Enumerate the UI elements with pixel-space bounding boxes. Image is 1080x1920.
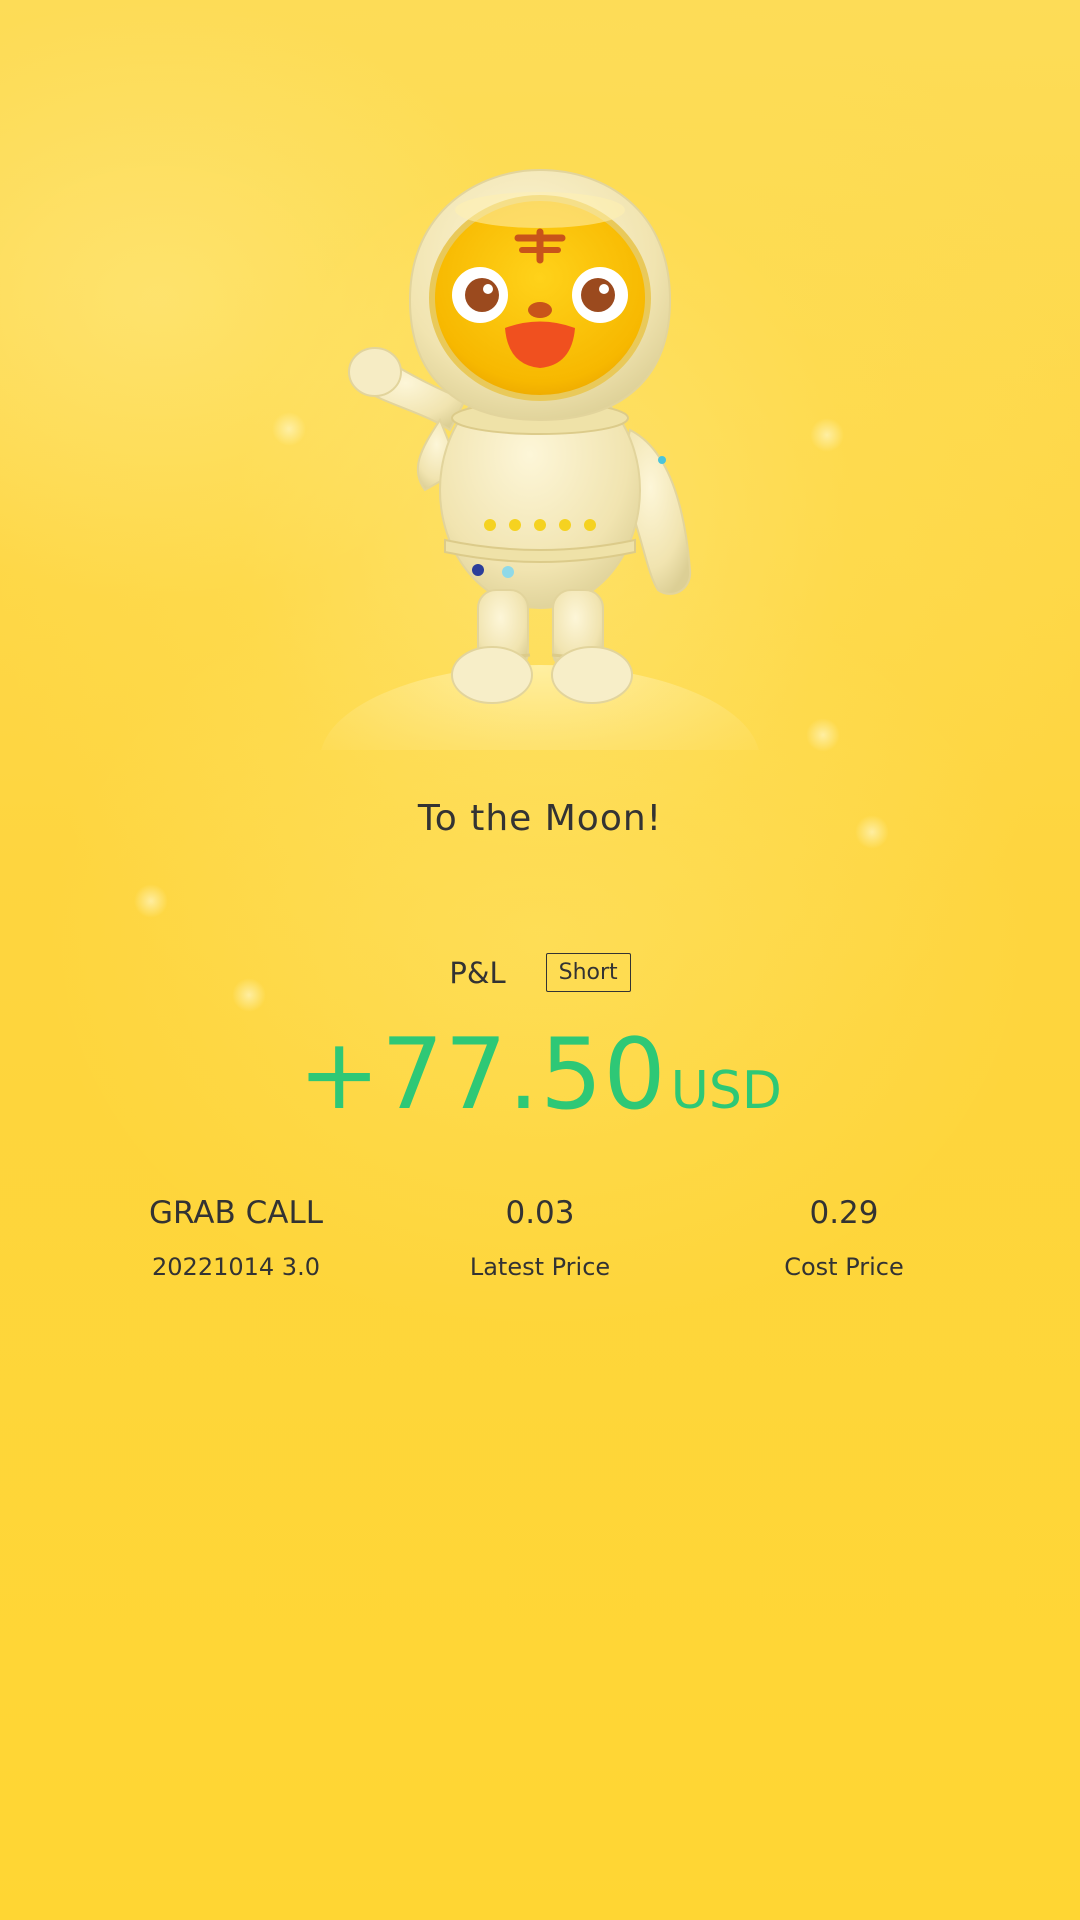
- pnl-currency: USD: [670, 1061, 782, 1121]
- contract-detail: 20221014 3.0: [152, 1253, 320, 1281]
- sparkle-dot: [810, 418, 844, 452]
- pnl-value: +77.50: [298, 1018, 667, 1132]
- contract-name: GRAB CALL: [148, 1195, 324, 1231]
- pnl-header: P&L Short: [0, 953, 1080, 992]
- share-card: To the Moon! P&L Short +77.50USD GRAB CA…: [0, 0, 1080, 1920]
- sparkle-dot: [134, 884, 168, 918]
- latest-price-value: 0.03: [505, 1195, 575, 1231]
- pnl-amount: +77.50USD: [0, 1018, 1080, 1132]
- cost-price-value: 0.29: [809, 1195, 879, 1231]
- latest-price-label: Latest Price: [469, 1253, 611, 1281]
- astronaut-tiger-mascot-icon: [300, 150, 780, 750]
- tagline: To the Moon!: [417, 798, 663, 839]
- pnl-label: P&L: [449, 955, 506, 990]
- cost-price-label: Cost Price: [784, 1253, 904, 1281]
- stat-cost-price: 0.29 Cost Price: [694, 1195, 994, 1281]
- stat-latest-price: 0.03 Latest Price: [390, 1195, 690, 1281]
- stat-contract: GRAB CALL 20221014 3.0: [86, 1195, 386, 1281]
- direction-badge: Short: [545, 953, 631, 992]
- sparkle-dot: [806, 718, 840, 752]
